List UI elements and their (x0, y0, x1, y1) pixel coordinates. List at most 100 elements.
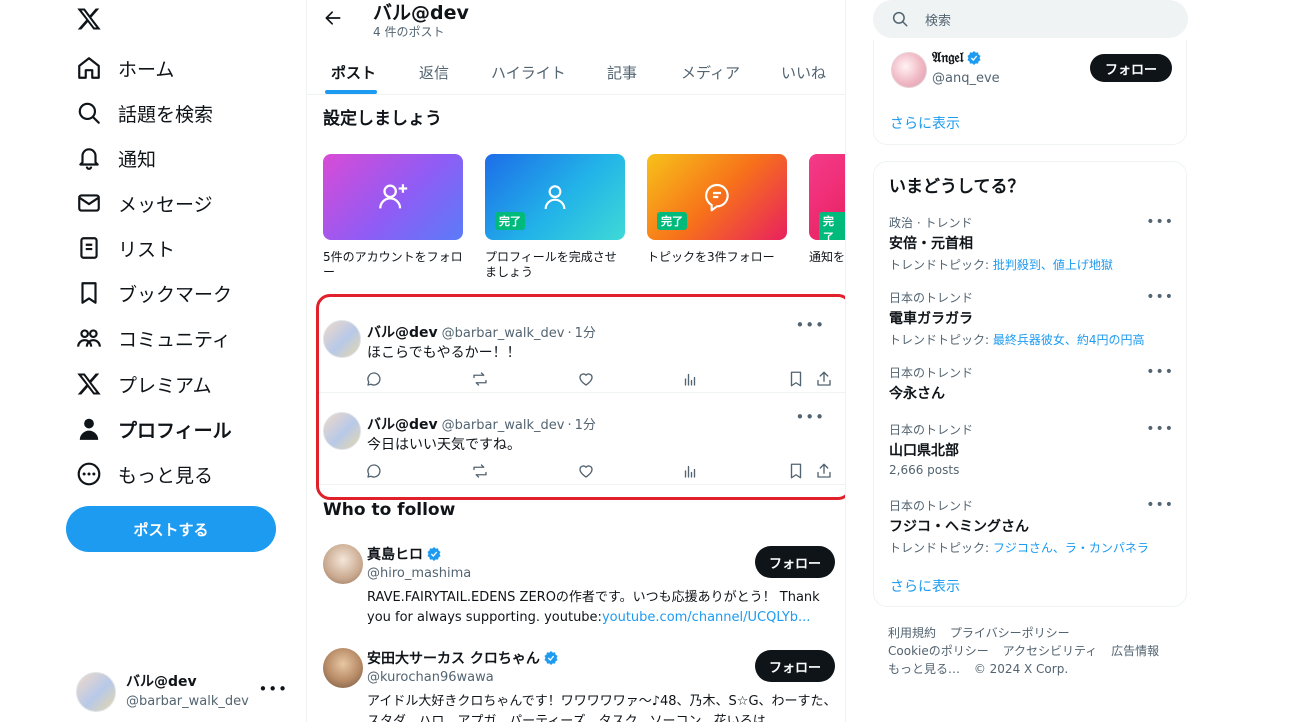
user-name: 𝔄𝔫𝔤𝔢𝔩 (932, 50, 964, 66)
trend-item[interactable]: 日本のトレンド 山口県北部 2,666 posts ••• (889, 421, 1174, 477)
user-bio: アイドル大好きクロちゃんです！ワワワワワァ〜♪48、乃木、S☆G、わーすた、スタ… (367, 694, 837, 722)
tab-label: ポスト (331, 63, 377, 82)
tab-active-indicator (325, 90, 377, 94)
follow-suggestion[interactable]: 真島ヒロ @hiro_mashima RAVE.FAIRYTAIL.EDENS … (323, 544, 835, 634)
views-icon[interactable] (681, 370, 699, 388)
tab-highlights[interactable]: ハイライト (491, 50, 566, 94)
more-dots-icon[interactable]: ••• (1146, 497, 1174, 513)
trend-item[interactable]: 日本のトレンド 今永さん ••• (889, 364, 1174, 403)
share-icon[interactable] (815, 370, 833, 388)
show-more-link[interactable]: さらに表示 (890, 576, 960, 596)
setup-card-notifications[interactable]: 完了 (809, 154, 845, 240)
follow-button[interactable]: フォロー (755, 546, 835, 578)
setup-card-label: 通知を (809, 250, 846, 264)
trend-item[interactable]: 政治 · トレンド 安倍・元首相 トレンドトピック: 批判殺到、値上げ地獄 ••… (889, 214, 1174, 273)
show-more-link[interactable]: さらに表示 (890, 113, 960, 133)
trend-topic-prefix: トレンドトピック: (889, 333, 993, 347)
nav-premium[interactable]: プレミアム (76, 364, 212, 404)
tab-replies[interactable]: 返信 (419, 50, 449, 94)
nav-more[interactable]: もっと見る (76, 454, 213, 494)
tweet-separator: · (567, 326, 572, 341)
nav-label: プロフィール (118, 419, 232, 442)
trend-item[interactable]: 日本のトレンド フジコ・ヘミングさん トレンドトピック: フジコさん、ラ・カンパ… (889, 497, 1174, 556)
bookmark-icon[interactable] (787, 370, 805, 388)
follow-suggestion[interactable]: 安田大サーカス クロちゃん @kurochan96wawa アイドル大好きクロち… (323, 648, 837, 722)
trends-panel: いまどうしてる？ 政治 · トレンド 安倍・元首相 トレンドトピック: 批判殺到… (873, 161, 1187, 607)
trend-name: 今永さん (889, 386, 945, 402)
nav-bookmarks[interactable]: ブックマーク (76, 273, 232, 313)
account-switcher[interactable]: バル@dev @barbar_walk_dev ••• (76, 666, 296, 718)
repost-icon[interactable] (471, 370, 489, 388)
more-dots-icon[interactable]: ••• (795, 316, 825, 334)
nav-home[interactable]: ホーム (76, 48, 174, 88)
tab-label: いいね (781, 63, 827, 82)
footer-link-cookie[interactable]: Cookieのポリシー (888, 644, 989, 658)
setup-card-follow[interactable] (323, 154, 463, 240)
x-logo-icon[interactable] (76, 6, 104, 34)
views-icon[interactable] (681, 462, 699, 480)
list-icon (80, 237, 98, 259)
tweet-separator: · (567, 418, 572, 433)
nav-label: 話題を検索 (118, 103, 214, 126)
repost-icon[interactable] (471, 462, 489, 480)
trend-context: 日本のトレンド (889, 423, 974, 437)
footer-link-more[interactable]: もっと見る… (888, 662, 960, 676)
footer-link-terms[interactable]: 利用規約 (888, 626, 936, 640)
trend-topic-links[interactable]: フジコさん、ラ・カンパネラ (993, 541, 1149, 555)
tweet[interactable]: バル@dev @barbar_walk_dev · 1分 今日はいい天気ですね。 ••… (317, 392, 845, 485)
nav-communities[interactable]: コミュニティ (76, 318, 231, 358)
user-bio-link[interactable]: youtube.com/channel/UCQLYb... (602, 610, 811, 625)
footer-link-ads[interactable]: 広告情報 (1111, 644, 1159, 658)
footer-links: 利用規約 プライバシーポリシー Cookieのポリシー アクセシビリティ 広告情… (888, 624, 1178, 678)
like-icon[interactable] (577, 370, 595, 388)
tab-posts[interactable]: ポスト (331, 50, 376, 94)
trend-name: 安倍・元首相 (889, 236, 973, 252)
tab-articles[interactable]: 記事 (607, 50, 637, 94)
bookmark-icon[interactable] (787, 462, 805, 480)
user-handle: @kurochan96wawa (367, 670, 494, 685)
more-dots-icon[interactable]: ••• (1146, 364, 1174, 380)
nav-notifications[interactable]: 通知 (76, 138, 156, 178)
person-icon (79, 418, 99, 440)
more-dots-icon[interactable]: ••• (1146, 421, 1174, 437)
tab-media[interactable]: メディア (681, 50, 740, 94)
more-dots-icon[interactable]: ••• (1146, 214, 1174, 230)
trend-topic-links[interactable]: 最終兵器彼女、約4円の円高 (993, 333, 1145, 347)
reply-icon[interactable] (365, 462, 383, 480)
nav-profile[interactable]: プロフィール (76, 409, 232, 449)
tweet[interactable]: バル@dev @barbar_walk_dev · 1分 ほこらでもやるかー！！ ••… (317, 300, 845, 393)
follow-button[interactable]: フォロー (755, 650, 835, 682)
trends-title: いまどうしてる？ (889, 177, 1025, 197)
trend-topic-links[interactable]: 批判殺到、値上げ地獄 (993, 258, 1113, 272)
more-dots-icon[interactable]: ••• (1146, 289, 1174, 305)
done-badge: 完了 (819, 212, 845, 240)
back-button[interactable] (321, 6, 345, 30)
back-arrow-icon (325, 11, 341, 25)
trend-context: 日本のトレンド (889, 366, 974, 380)
trend-item[interactable]: 日本のトレンド 電車ガラガラ トレンドトピック: 最終兵器彼女、約4円の円高 •… (889, 289, 1174, 348)
trend-name: 山口県北部 (889, 443, 959, 459)
setup-card-profile[interactable]: 完了 (485, 154, 625, 240)
footer-link-accessibility[interactable]: アクセシビリティ (1003, 644, 1098, 658)
tweet-author-name: バル@dev (367, 325, 438, 341)
post-button[interactable]: ポストする (66, 506, 276, 552)
nav-lists[interactable]: リスト (76, 228, 175, 268)
user-handle: @anq_eve (932, 71, 1000, 86)
add-user-icon (379, 184, 408, 209)
tab-label: メディア (681, 63, 740, 82)
account-name: バル@dev (126, 674, 197, 690)
reply-icon[interactable] (365, 370, 383, 388)
nav-explore[interactable]: 話題を検索 (76, 93, 213, 133)
share-icon[interactable] (815, 462, 833, 480)
setup-card-topics[interactable]: 完了 (647, 154, 787, 240)
footer-link-privacy[interactable]: プライバシーポリシー (950, 626, 1070, 640)
bookmark-icon (81, 282, 97, 304)
tab-likes[interactable]: いいね (781, 50, 826, 94)
nav-messages[interactable]: メッセージ (76, 183, 213, 223)
more-dots-icon[interactable]: ••• (795, 408, 825, 426)
search-input[interactable]: 検索 (873, 0, 1188, 38)
follow-button[interactable]: フォロー (1090, 54, 1172, 82)
search-icon (892, 11, 908, 27)
like-icon[interactable] (577, 462, 595, 480)
user-name: 安田大サーカス クロちゃん (367, 651, 540, 667)
